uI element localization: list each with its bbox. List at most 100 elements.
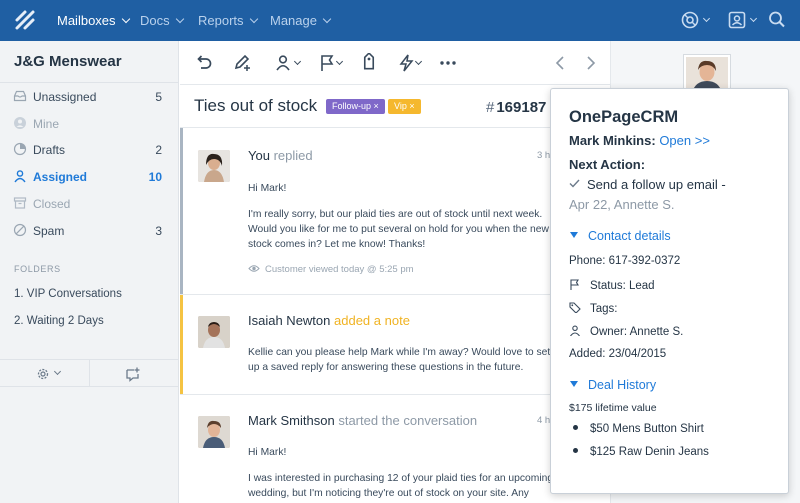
crm-open-link[interactable]: Open >> xyxy=(659,133,710,148)
conversation-toolbar xyxy=(180,41,610,85)
thread-item-reply: You replied 3 h Hi Mark! I'm really sorr… xyxy=(180,128,610,294)
profile-menu-button[interactable] xyxy=(727,10,758,35)
chevron-down-icon xyxy=(293,57,302,66)
thread-item-customer: Mark Smithson started the conversation 4… xyxy=(180,395,610,503)
sidebar-item-drafts[interactable]: Drafts 2 xyxy=(0,137,178,163)
mailbox-name: J&G Menswear xyxy=(14,53,122,70)
search-icon[interactable] xyxy=(768,10,786,30)
undo-icon[interactable] xyxy=(195,53,213,73)
message-timestamp: 4 h xyxy=(537,415,551,426)
lightning-icon xyxy=(399,54,414,72)
message-body: I'm really sorry, but our plaid ties are… xyxy=(248,209,549,250)
sidebar-item-mine[interactable]: Mine xyxy=(0,111,178,137)
folders-header: FOLDERS xyxy=(14,264,61,274)
mailbox-sidebar: J&G Menswear Unassigned 5 Mine Drafts 2 … xyxy=(0,41,179,503)
tag-icon[interactable] xyxy=(359,53,379,73)
crm-contact-line: Mark Minkins: Open >> xyxy=(569,133,710,148)
spam-icon xyxy=(13,223,27,237)
chevron-down-icon xyxy=(702,14,711,23)
message-header: You replied xyxy=(248,148,313,163)
deal-item: $50 Mens Button Shirt xyxy=(573,423,704,435)
app-logo-icon[interactable] xyxy=(14,9,36,31)
sidebar-item-spam[interactable]: Spam 3 xyxy=(0,218,178,244)
chevron-down-icon xyxy=(53,367,62,376)
bullet-icon xyxy=(573,448,578,453)
message-header: Isaiah Newton added a note xyxy=(248,313,410,328)
message-timestamp: 3 h xyxy=(537,150,551,161)
chevron-down-icon xyxy=(749,14,758,23)
status-button[interactable] xyxy=(318,53,348,73)
chevron-down-icon xyxy=(249,14,258,24)
flag-icon xyxy=(570,279,579,290)
sidebar-item-unassigned[interactable]: Unassigned 5 xyxy=(0,84,178,110)
more-icon[interactable] xyxy=(438,53,458,73)
next-action-item[interactable]: Send a follow up email - xyxy=(569,177,726,192)
deal-item: $125 Raw Denin Jeans xyxy=(573,446,709,458)
folder-item[interactable]: 2. Waiting 2 Days xyxy=(14,315,104,327)
sidebar-footer xyxy=(0,359,178,387)
person-circle-icon xyxy=(14,117,26,129)
contact-tags: Tags: xyxy=(569,302,618,315)
avatar xyxy=(198,316,230,348)
nav-manage[interactable]: Manage xyxy=(270,13,332,28)
workflow-button[interactable] xyxy=(397,53,427,73)
ticket-number: #169187 xyxy=(486,99,547,116)
eye-icon xyxy=(248,265,260,272)
crm-popup: OnePageCRM Mark Minkins: Open >> Next Ac… xyxy=(550,88,789,494)
sidebar-item-assigned[interactable]: Assigned 10 xyxy=(0,164,178,190)
divider xyxy=(89,360,90,387)
reply-indicator-bar xyxy=(180,128,183,294)
inbox-icon xyxy=(13,90,27,102)
deal-history-toggle[interactable]: Deal History xyxy=(570,378,656,392)
top-navigation-bar: Mailboxes Docs Reports Manage xyxy=(0,0,800,41)
customer-viewed-status: Customer viewed today @ 5:25 pm xyxy=(248,264,414,275)
help-menu-button[interactable] xyxy=(680,10,711,35)
next-action-date: Apr 22, Annette S. xyxy=(569,197,675,212)
archive-icon xyxy=(13,197,27,209)
folder-item[interactable]: 1. VIP Conversations xyxy=(14,288,122,300)
bullet-icon xyxy=(573,425,578,430)
message-body: Hi Mark! xyxy=(248,183,287,194)
person-icon xyxy=(14,170,26,183)
message-body: Kellie can you please help Mark while I'… xyxy=(248,347,551,373)
gear-icon xyxy=(37,368,49,380)
lifetime-value: $175 lifetime value xyxy=(569,402,657,414)
profile-icon xyxy=(728,11,746,29)
message-body: Hi Mark! xyxy=(248,447,287,458)
contact-added-date: Added: 23/04/2015 xyxy=(569,348,667,360)
person-icon xyxy=(276,55,290,71)
triangle-down-icon xyxy=(570,381,578,387)
triangle-down-icon xyxy=(570,232,578,238)
message-header: Mark Smithson started the conversation xyxy=(248,413,478,428)
new-conversation-icon[interactable] xyxy=(125,366,141,382)
thread-item-note: Isaiah Newton added a note Kellie can yo… xyxy=(180,295,610,394)
note-indicator-bar xyxy=(180,295,183,394)
mailbox-settings-button[interactable] xyxy=(36,367,66,383)
contact-phone: Phone: 617-392-0372 xyxy=(569,255,681,267)
check-icon xyxy=(569,179,580,188)
edit-note-icon[interactable] xyxy=(233,53,253,73)
next-action-label: Next Action: xyxy=(569,157,646,172)
tag-follow-up[interactable]: Follow-up × xyxy=(326,99,385,114)
chevron-down-icon xyxy=(175,14,184,24)
nav-docs[interactable]: Docs xyxy=(140,13,184,28)
person-icon xyxy=(570,325,580,336)
avatar xyxy=(198,150,230,182)
flag-icon xyxy=(321,55,334,71)
help-icon xyxy=(681,11,699,29)
drafts-icon xyxy=(13,142,27,156)
nav-reports[interactable]: Reports xyxy=(198,13,258,28)
contact-status: Status: Lead xyxy=(569,279,655,292)
contact-details-toggle[interactable]: Contact details xyxy=(570,229,671,243)
chevron-down-icon xyxy=(121,14,130,24)
assign-button[interactable] xyxy=(275,53,305,73)
tag-vip[interactable]: Vip × xyxy=(388,99,421,114)
contact-owner: Owner: Annette S. xyxy=(569,325,683,338)
sidebar-item-closed[interactable]: Closed xyxy=(0,191,178,217)
next-conversation-icon[interactable] xyxy=(584,53,598,73)
divider xyxy=(0,82,179,83)
previous-conversation-icon[interactable] xyxy=(553,53,567,73)
tag-icon xyxy=(569,302,581,313)
nav-mailboxes[interactable]: Mailboxes xyxy=(57,13,130,28)
conversation-subject: Ties out of stock xyxy=(194,96,318,115)
